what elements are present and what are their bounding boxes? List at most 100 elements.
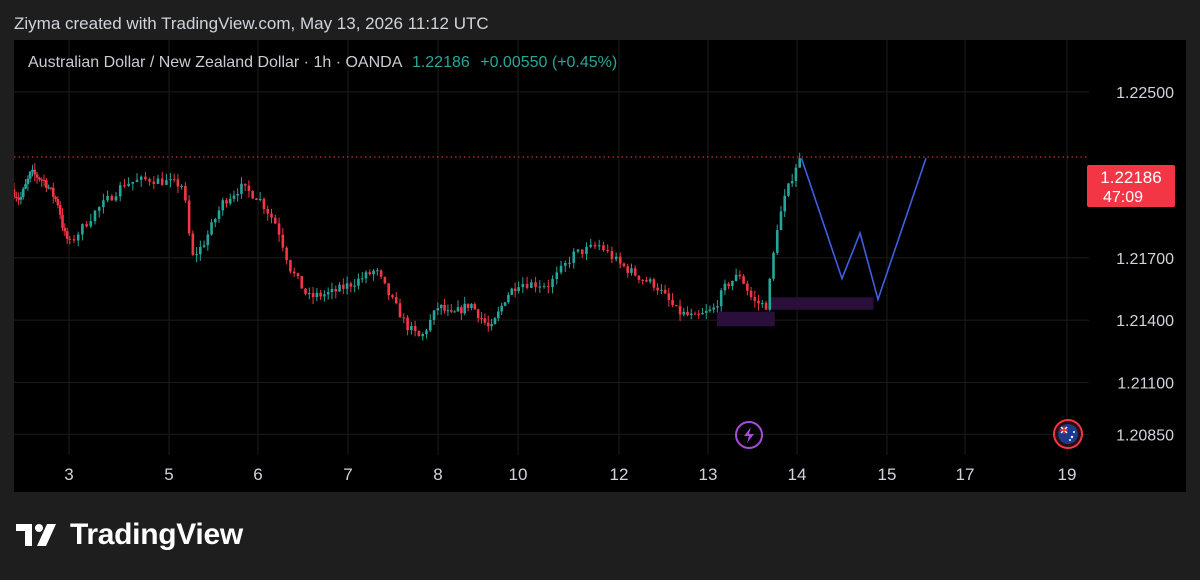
candle-body bbox=[45, 180, 48, 188]
candle-body bbox=[614, 256, 618, 260]
x-tick-label: 17 bbox=[956, 465, 975, 484]
x-tick-label: 19 bbox=[1058, 465, 1077, 484]
candle-body bbox=[54, 196, 57, 200]
candle-body bbox=[262, 198, 266, 209]
candle-body bbox=[315, 292, 319, 297]
candle-body bbox=[49, 187, 53, 189]
candle-body bbox=[97, 207, 101, 211]
x-tick-label: 14 bbox=[788, 465, 807, 484]
candle-body bbox=[436, 308, 440, 311]
candle-body bbox=[630, 268, 633, 273]
candle-body bbox=[749, 290, 753, 298]
candle-body bbox=[281, 234, 285, 248]
candle-body bbox=[521, 283, 525, 288]
candle-body bbox=[538, 286, 542, 288]
candle-body bbox=[26, 178, 30, 185]
candle-body bbox=[258, 198, 262, 201]
candle-body bbox=[641, 279, 644, 281]
candle-body bbox=[530, 282, 533, 288]
legend-change: +0.00550 (+0.45%) bbox=[480, 54, 618, 71]
legend-last-price: 1.22186 bbox=[411, 54, 470, 71]
tradingview-logo-icon bbox=[16, 524, 56, 546]
time-axis: 3 5 6 7 8 10 12 13 14 15 17 19 bbox=[64, 465, 1076, 484]
candle-body bbox=[319, 292, 322, 297]
candle-body bbox=[391, 295, 394, 298]
candle-body bbox=[719, 290, 723, 307]
chart-panel[interactable]: 1.22500 1.21700 1.21400 1.21100 1.20850 3 5 6 7… bbox=[14, 40, 1186, 492]
price-tag-price: 1.22186 bbox=[1100, 168, 1161, 187]
candle-body bbox=[304, 288, 307, 294]
candle-body bbox=[656, 287, 659, 291]
candle-body bbox=[51, 187, 55, 197]
australia-flag-icon[interactable] bbox=[1053, 419, 1083, 449]
candle-body bbox=[338, 284, 341, 292]
candle-body bbox=[131, 181, 135, 184]
candle-body bbox=[626, 266, 630, 273]
candle-body bbox=[663, 289, 667, 294]
candle-body bbox=[633, 268, 637, 276]
candle-body bbox=[81, 224, 84, 235]
grid bbox=[14, 40, 1089, 455]
candle-body bbox=[708, 309, 712, 312]
candle-body bbox=[693, 313, 697, 315]
candle-body bbox=[712, 307, 715, 310]
candle-body bbox=[555, 272, 559, 279]
y-tick-label: 1.21700 bbox=[1116, 251, 1174, 268]
candle-body bbox=[772, 252, 775, 279]
candle-body bbox=[610, 250, 614, 260]
candle-body bbox=[671, 300, 674, 306]
x-tick-label: 3 bbox=[64, 465, 73, 484]
candle-body bbox=[551, 278, 554, 288]
tradingview-logo[interactable]: TradingView bbox=[16, 518, 243, 552]
candle-body bbox=[342, 284, 345, 289]
demand-zone bbox=[716, 311, 775, 327]
candle-body bbox=[585, 246, 588, 254]
candle-body bbox=[255, 198, 258, 201]
x-tick-label: 10 bbox=[509, 465, 528, 484]
candle-body bbox=[476, 309, 480, 318]
candle-body bbox=[493, 318, 497, 325]
candle-body bbox=[798, 158, 801, 168]
candle-body bbox=[360, 278, 364, 280]
symbol-legend: Australian Dollar / New Zealand Dollar ·… bbox=[28, 54, 617, 72]
candle-body bbox=[28, 171, 32, 179]
candle-body bbox=[513, 288, 517, 292]
candle-body bbox=[787, 183, 790, 196]
candle-body bbox=[446, 310, 450, 312]
candle-body bbox=[326, 292, 330, 295]
candle-body bbox=[463, 303, 467, 314]
candle-body bbox=[225, 200, 228, 204]
candle-body bbox=[89, 221, 93, 227]
candle-body bbox=[285, 247, 288, 261]
candle-body bbox=[738, 274, 742, 277]
candle-body bbox=[273, 217, 277, 224]
candle-body bbox=[775, 230, 779, 253]
candle-body bbox=[589, 244, 593, 247]
candle-body bbox=[21, 188, 25, 197]
candle-body bbox=[106, 196, 109, 201]
candle-body bbox=[704, 311, 708, 313]
candle-body bbox=[593, 244, 597, 247]
candle-body bbox=[379, 270, 383, 277]
candle-body bbox=[525, 283, 529, 288]
candle-body bbox=[243, 183, 247, 186]
candle-body bbox=[645, 280, 648, 282]
candle-body bbox=[345, 283, 349, 289]
candle-body bbox=[195, 254, 198, 256]
candle-body bbox=[270, 213, 273, 218]
candle-body bbox=[187, 200, 191, 234]
candle-body bbox=[768, 278, 772, 310]
candle-body bbox=[35, 174, 39, 178]
candle-body bbox=[731, 280, 734, 287]
candle-body bbox=[266, 208, 270, 214]
candle-body bbox=[563, 262, 567, 266]
candle-body bbox=[507, 294, 510, 303]
x-tick-label: 5 bbox=[164, 465, 173, 484]
candle-body bbox=[40, 179, 44, 181]
candle-body bbox=[572, 251, 576, 263]
candle-body bbox=[534, 282, 537, 287]
lightning-icon[interactable] bbox=[735, 421, 763, 449]
candle-body bbox=[716, 306, 719, 308]
chart-svg[interactable]: 1.22500 1.21700 1.21400 1.21100 1.20850 3 5 6 7… bbox=[14, 40, 1186, 492]
candle-body bbox=[746, 283, 749, 291]
